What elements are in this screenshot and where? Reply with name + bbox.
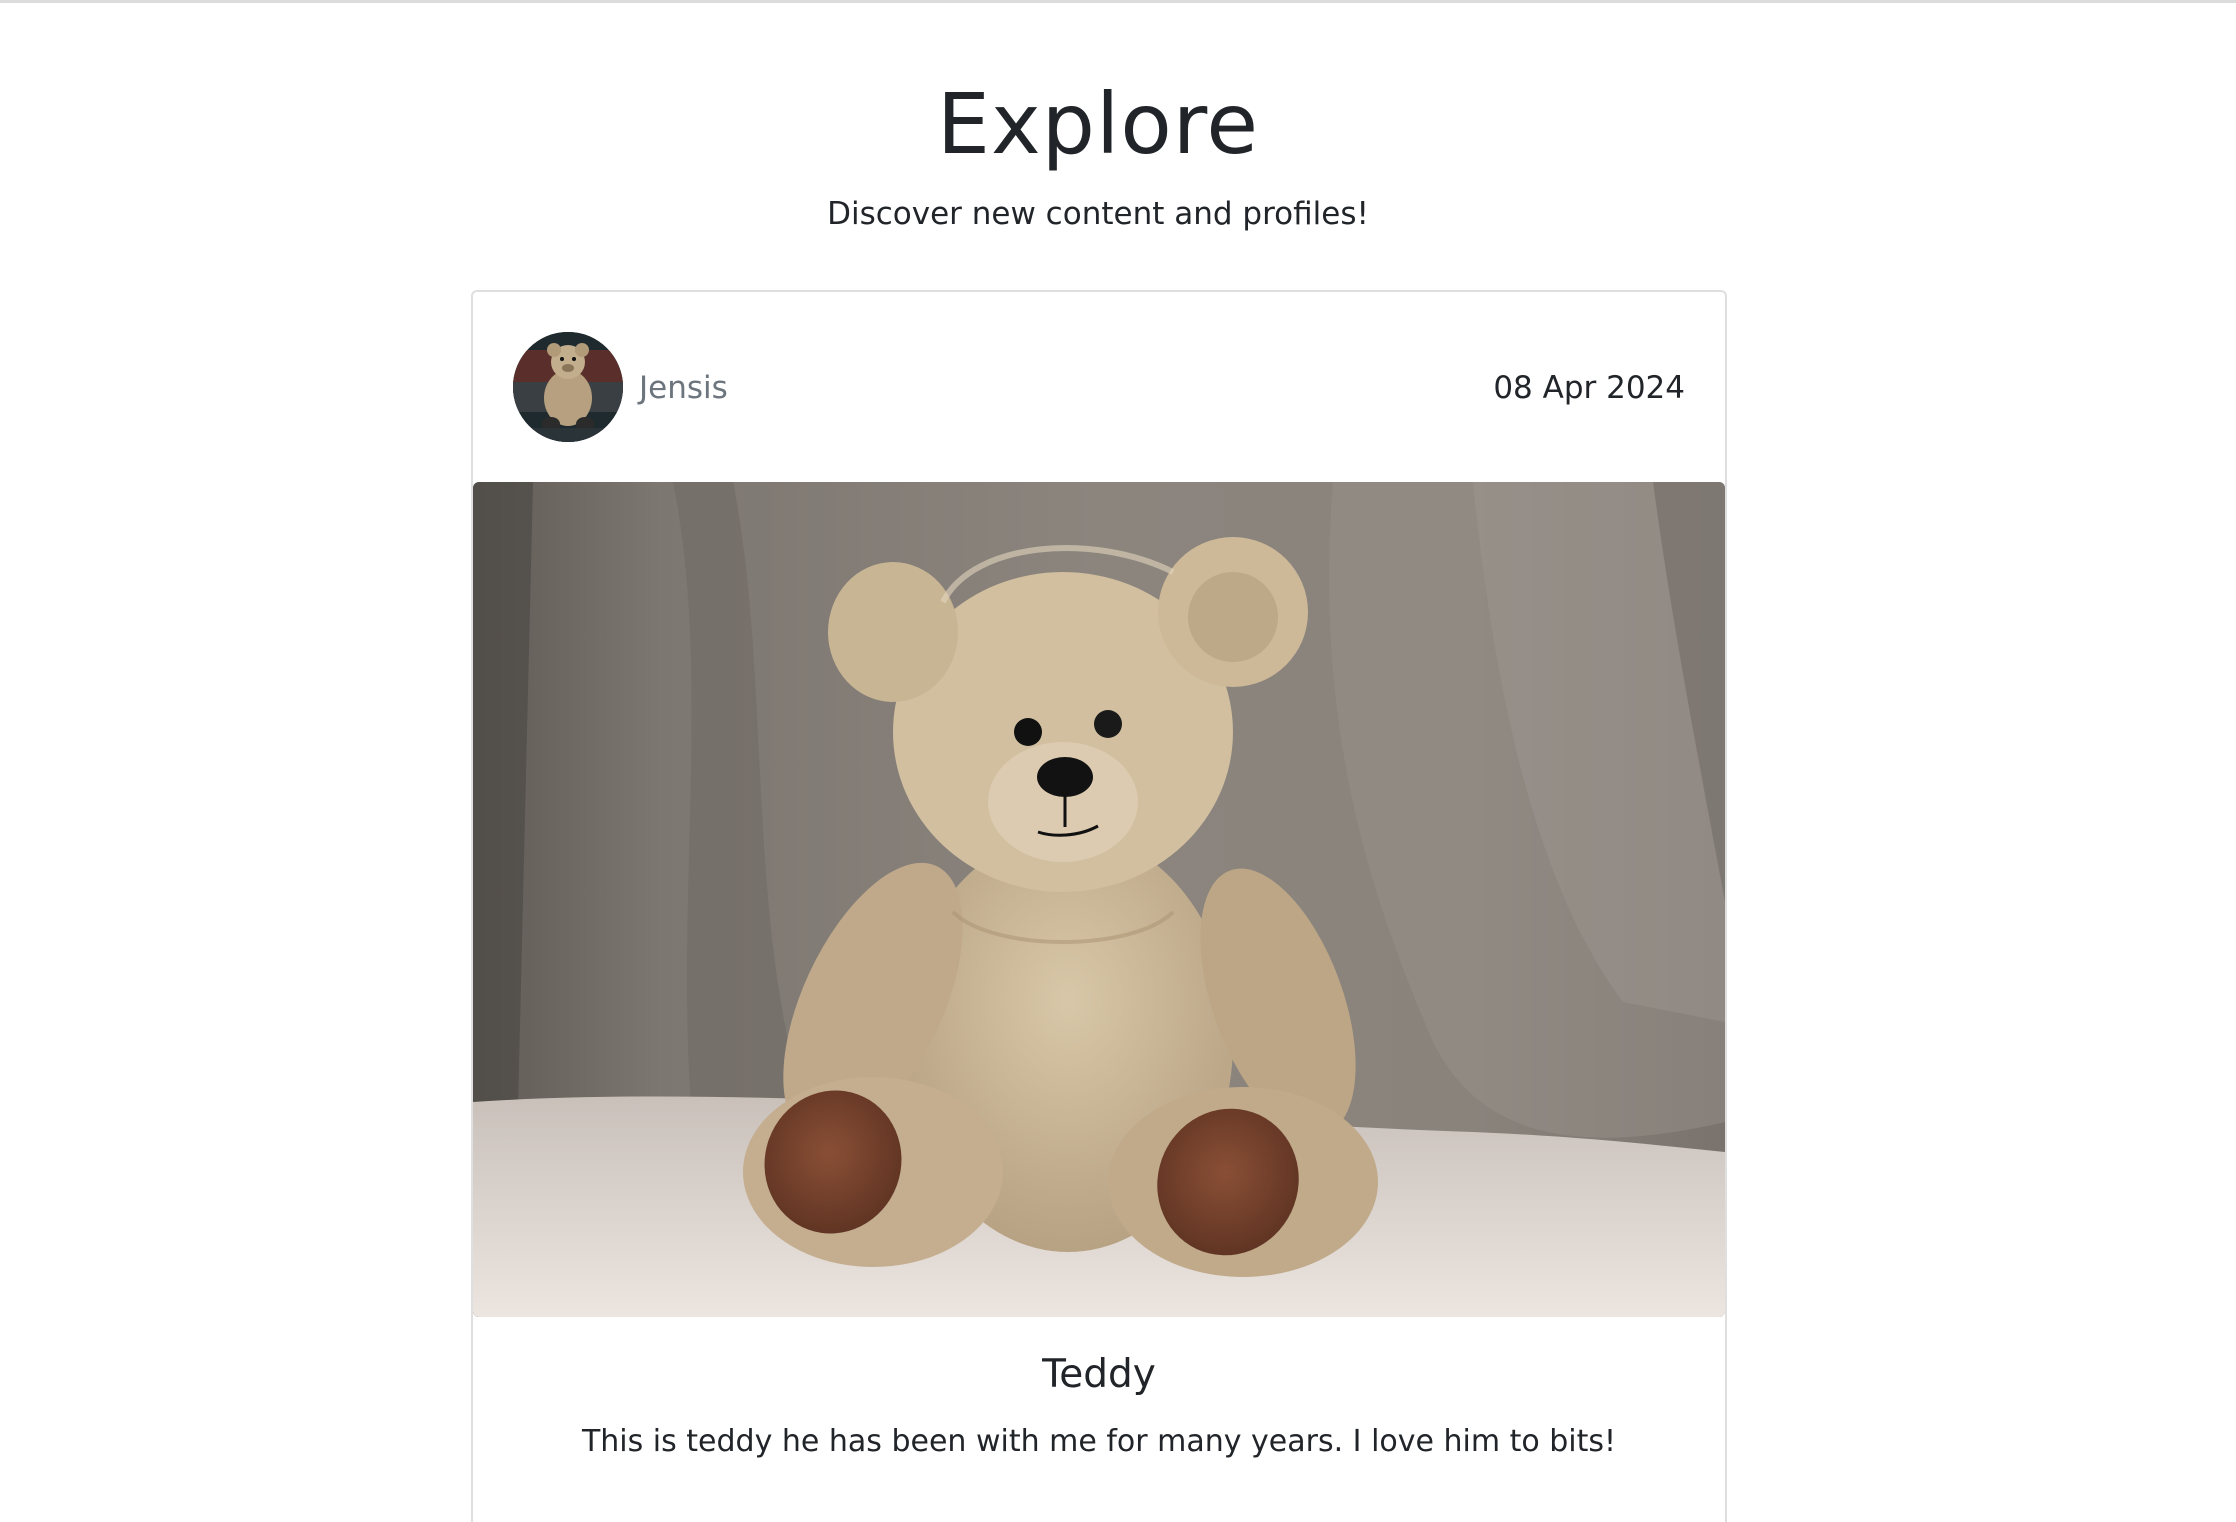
post-body: This is teddy he has been with me for ma… [581,1424,1617,1459]
post-header: Jensis 08 Apr 2024 [473,292,1725,482]
page-title: Explore [936,75,1260,173]
teddy-bear-photo-icon [473,482,1725,1317]
post-date: 08 Apr 2024 [1493,370,1685,406]
top-divider [0,0,2236,3]
teddy-avatar-icon [513,332,623,442]
post-image[interactable] [473,482,1725,1317]
author-avatar[interactable] [513,332,623,442]
author-name-link[interactable]: Jensis [639,370,728,406]
page-subtitle: Discover new content and profiles! [827,196,1369,232]
explore-page: Explore Discover new content and profile… [0,0,2236,1522]
post-title: Teddy [1042,1352,1156,1397]
post-card: Jensis 08 Apr 2024 Teddy This is teddy h… [471,290,1727,1522]
